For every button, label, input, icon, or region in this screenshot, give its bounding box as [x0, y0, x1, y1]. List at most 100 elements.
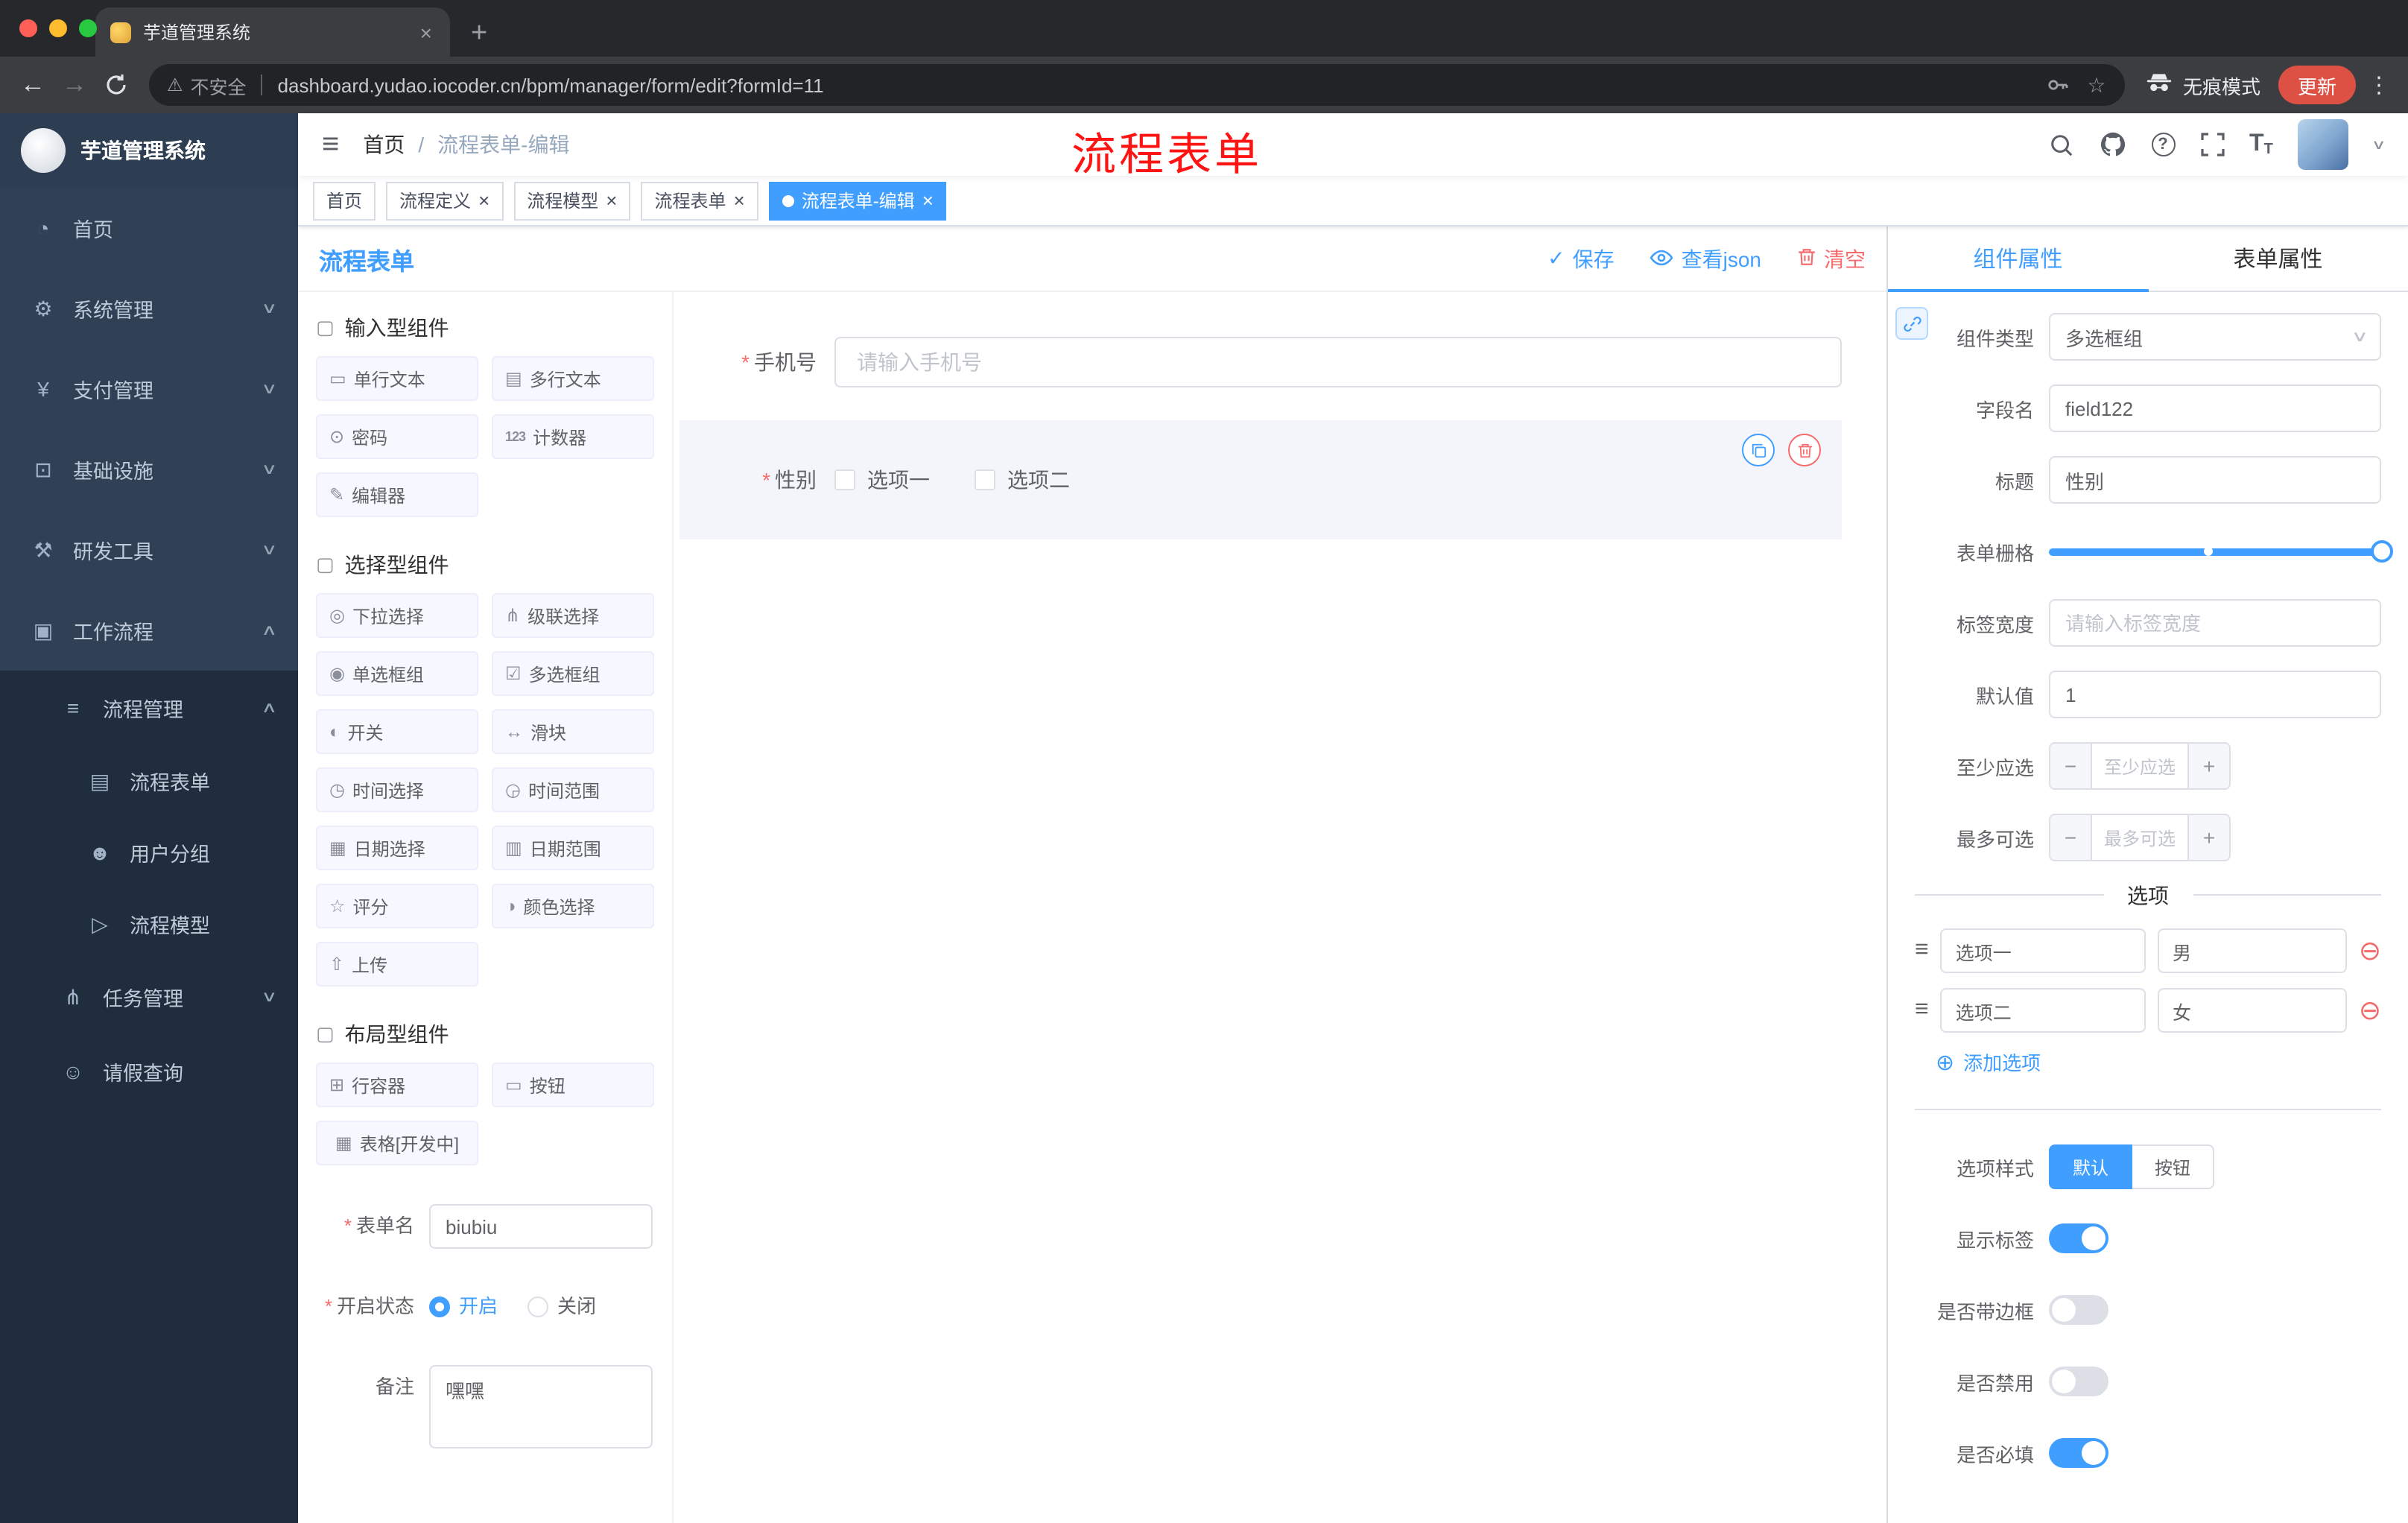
help-icon[interactable]: ?: [2151, 133, 2176, 156]
decrease-button[interactable]: −: [2050, 815, 2092, 860]
palette-item-slider[interactable]: ↔ 滑块: [492, 709, 654, 754]
new-tab-button[interactable]: +: [471, 19, 487, 48]
add-option-button[interactable]: ⊕ 添加选项: [1936, 1048, 2381, 1076]
tag-close-icon[interactable]: ×: [922, 191, 934, 210]
option-label-input[interactable]: [1940, 988, 2146, 1033]
link-icon[interactable]: [1895, 307, 1928, 340]
increase-button[interactable]: +: [2187, 815, 2229, 860]
palette-item-single-line-text[interactable]: ▭ 单行文本: [316, 356, 478, 401]
required-toggle[interactable]: [2049, 1438, 2108, 1468]
fullscreen-icon[interactable]: [2200, 133, 2224, 156]
hamburger-icon[interactable]: ≡: [322, 130, 339, 159]
style-button-button[interactable]: 按钮: [2132, 1144, 2215, 1189]
tag-home[interactable]: 首页: [313, 181, 376, 220]
breadcrumb-home[interactable]: 首页: [363, 130, 405, 159]
clear-button[interactable]: 清空: [1797, 244, 1866, 273]
palette-item-time-picker[interactable]: ◷ 时间选择: [316, 767, 478, 812]
browser-update-button[interactable]: 更新: [2278, 66, 2356, 104]
palette-item-cascader[interactable]: ⋔ 级联选择: [492, 593, 654, 638]
border-toggle[interactable]: [2049, 1295, 2108, 1325]
form-remark-textarea[interactable]: 嘿嘿: [429, 1365, 653, 1448]
form-name-input[interactable]: [429, 1204, 653, 1249]
sidebar-item-process-management[interactable]: ≡ 流程管理 ∧: [0, 671, 298, 745]
bookmark-star-icon[interactable]: ☆: [2077, 66, 2116, 104]
tag-close-icon[interactable]: ×: [606, 191, 617, 210]
palette-item-rate[interactable]: ☆ 评分: [316, 884, 478, 928]
tag-process-definition[interactable]: 流程定义 ×: [386, 181, 504, 220]
show-label-toggle[interactable]: [2049, 1223, 2108, 1253]
delete-field-button[interactable]: [1788, 434, 1821, 466]
tag-process-model[interactable]: 流程模型 ×: [513, 181, 631, 220]
remove-option-icon[interactable]: ⊖: [2359, 997, 2381, 1024]
minimize-window-button[interactable]: [49, 19, 67, 37]
sidebar-item-infrastructure[interactable]: ⊡ 基础设施 ∨: [0, 429, 298, 510]
palette-item-password[interactable]: ⊙ 密码: [316, 414, 478, 459]
label-width-input[interactable]: [2049, 599, 2381, 647]
font-size-icon[interactable]: TT: [2249, 131, 2273, 158]
sidebar-item-process-form[interactable]: ▤ 流程表单: [0, 745, 298, 817]
palette-item-time-range[interactable]: ◶ 时间范围: [492, 767, 654, 812]
canvas-field-phone[interactable]: * 手机号: [679, 325, 1842, 399]
search-icon[interactable]: [2048, 132, 2073, 157]
max-select-placeholder[interactable]: 最多可选: [2092, 815, 2187, 860]
status-radio-on[interactable]: 开启: [429, 1285, 498, 1329]
tag-close-icon[interactable]: ×: [734, 191, 745, 210]
user-avatar[interactable]: [2298, 119, 2349, 170]
canvas-field-gender[interactable]: * 性别 选项一 选项二: [679, 420, 1842, 539]
sidebar-item-payment[interactable]: ¥ 支付管理 ∨: [0, 349, 298, 429]
palette-item-editor[interactable]: ✎ 编辑器: [316, 472, 478, 517]
tag-process-form-edit[interactable]: 流程表单-编辑 ×: [768, 181, 947, 220]
sidebar-item-task-management[interactable]: ⋔ 任务管理 ∨: [0, 960, 298, 1034]
address-bar[interactable]: ⚠ 不安全 dashboard.yudao.iocoder.cn/bpm/man…: [149, 64, 2125, 106]
drag-handle-icon[interactable]: ≡: [1915, 998, 1929, 1022]
default-value-input[interactable]: [2049, 671, 2381, 718]
decrease-button[interactable]: −: [2050, 744, 2092, 788]
palette-item-row-container[interactable]: ⊞ 行容器: [316, 1063, 478, 1107]
option-value-input[interactable]: [2157, 988, 2347, 1033]
sidebar-item-process-model[interactable]: ▷ 流程模型: [0, 888, 298, 960]
close-window-button[interactable]: [19, 19, 37, 37]
form-canvas[interactable]: * 手机号 请输入手机号 * 性别 选项一 选项二: [674, 292, 1886, 1523]
slider-track[interactable]: [2049, 540, 2393, 563]
slider-handle[interactable]: [2371, 540, 2393, 563]
style-default-button[interactable]: 默认: [2049, 1144, 2133, 1189]
browser-menu-icon[interactable]: ⋮: [2368, 72, 2390, 98]
palette-item-switch[interactable]: ◐ 开关: [316, 709, 478, 754]
checkbox-option-2[interactable]: 选项二: [975, 465, 1070, 495]
password-key-icon[interactable]: [2038, 66, 2077, 104]
view-json-button[interactable]: 查看json: [1650, 244, 1761, 273]
zoom-window-button[interactable]: [79, 19, 97, 37]
disabled-toggle[interactable]: [2049, 1367, 2108, 1396]
field-name-input[interactable]: [2049, 384, 2381, 432]
reload-icon[interactable]: [95, 64, 137, 106]
sidebar-item-leave-query[interactable]: ☺ 请假查询: [0, 1034, 298, 1109]
increase-button[interactable]: +: [2187, 744, 2229, 788]
sidebar-item-user-group[interactable]: ☻ 用户分组: [0, 817, 298, 888]
drag-handle-icon[interactable]: ≡: [1915, 938, 1929, 963]
app-logo[interactable]: 芋道管理系统: [0, 113, 298, 188]
avatar-caret-icon[interactable]: ∨: [2372, 136, 2387, 153]
back-icon[interactable]: ←: [12, 64, 54, 106]
checkbox-option-1[interactable]: 选项一: [834, 465, 930, 495]
status-radio-off[interactable]: 关闭: [527, 1285, 596, 1329]
forward-icon[interactable]: →: [54, 64, 95, 106]
palette-item-counter[interactable]: 123 计数器: [492, 414, 654, 459]
sidebar-item-system[interactable]: ⚙ 系统管理 ∨: [0, 268, 298, 349]
tab-form-props[interactable]: 表单属性: [2148, 227, 2408, 291]
remove-option-icon[interactable]: ⊖: [2359, 937, 2381, 964]
security-label[interactable]: 不安全: [191, 71, 247, 99]
palette-item-color-picker[interactable]: ◑ 颜色选择: [492, 884, 654, 928]
github-icon[interactable]: [2099, 131, 2126, 158]
palette-item-table[interactable]: ▦ 表格[开发中]: [316, 1121, 479, 1165]
min-select-placeholder[interactable]: 至少应选: [2092, 744, 2187, 788]
palette-item-select[interactable]: ◎ 下拉选择: [316, 593, 478, 638]
option-value-input[interactable]: [2157, 928, 2347, 973]
sidebar-item-devtools[interactable]: ⚒ 研发工具 ∨: [0, 510, 298, 590]
url-text[interactable]: dashboard.yudao.iocoder.cn/bpm/manager/f…: [278, 74, 2038, 96]
browser-tab[interactable]: 芋道管理系统 ×: [95, 7, 450, 57]
component-type-select[interactable]: 多选框组 ∨: [2049, 313, 2381, 361]
palette-item-date-picker[interactable]: ▦ 日期选择: [316, 826, 478, 870]
phone-input[interactable]: [834, 337, 1842, 387]
option-label-input[interactable]: [1940, 928, 2146, 973]
save-button[interactable]: ✓ 保存: [1547, 244, 1614, 273]
